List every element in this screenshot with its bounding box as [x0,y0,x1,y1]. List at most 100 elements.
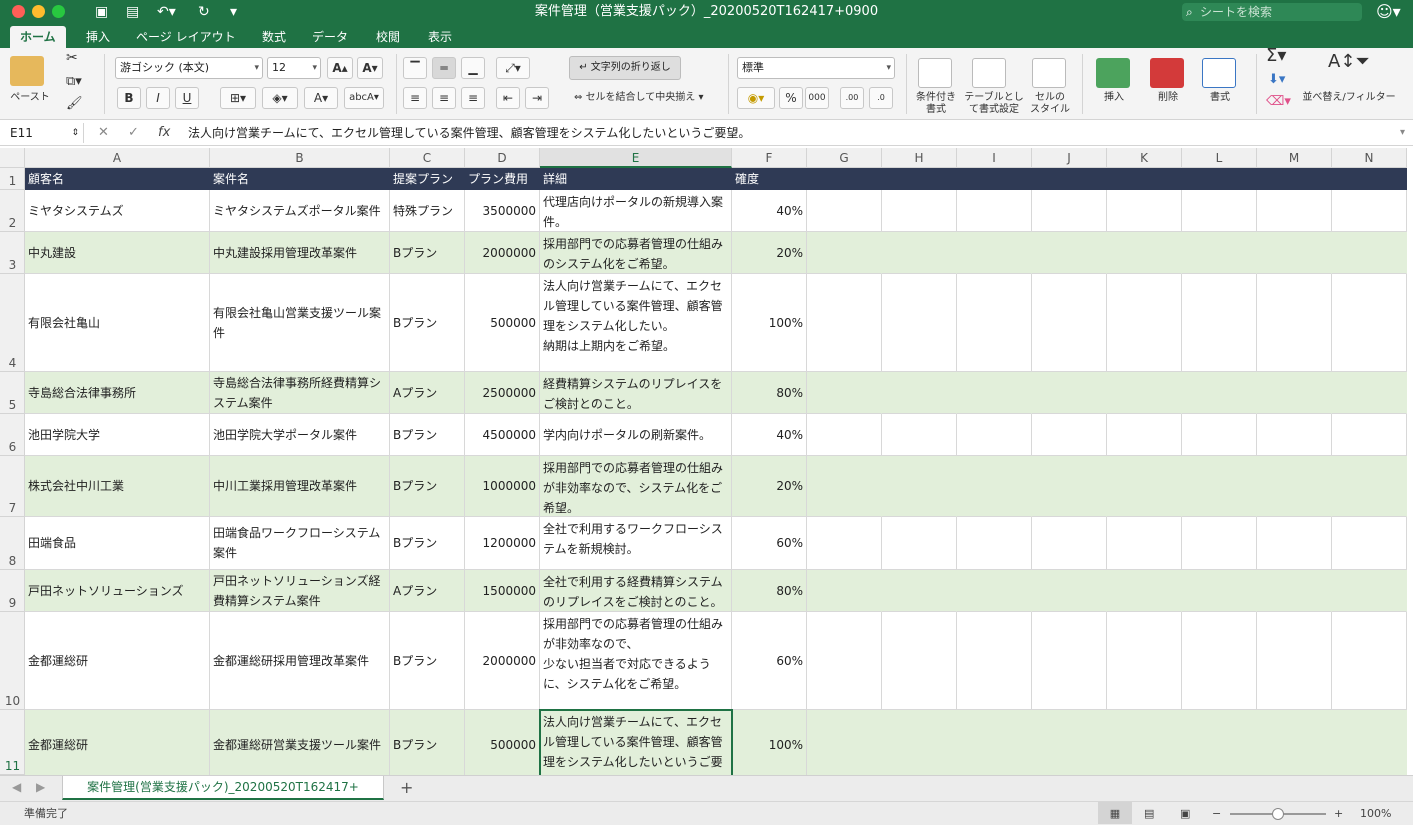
cell-c2[interactable]: 特殊プラン [390,190,465,232]
cell-m8[interactable] [1257,517,1332,570]
cell-k9[interactable] [1107,570,1182,612]
cell-i7[interactable] [957,456,1032,517]
cell-c10[interactable]: Bプラン [390,612,465,710]
cell-c11[interactable]: Bプラン [390,710,465,775]
format-painter-icon[interactable]: 🖌 [66,97,83,110]
cell-a6[interactable]: 池田学院大学 [25,414,210,456]
sheet-search-input[interactable]: ⌕ シートを検索 [1182,3,1362,21]
cell-h6[interactable] [882,414,957,456]
cell-l10[interactable] [1182,612,1257,710]
cut-icon[interactable]: ✂ [66,51,78,65]
header-cell-d[interactable]: プラン費用 [465,168,540,190]
cell-n6[interactable] [1332,414,1407,456]
table-format-icon[interactable] [972,58,1006,88]
tab-insert[interactable]: 挿入 [76,26,120,48]
cell-c4[interactable]: Bプラン [390,274,465,372]
align-right-button[interactable]: ≡ [461,87,485,109]
cell-b6[interactable]: 池田学院大学ポータル案件 [210,414,390,456]
font-color-button[interactable]: A▾ [304,87,338,109]
header-cell-n[interactable] [1332,168,1407,190]
cell-e7[interactable]: 採用部門での応募者管理の仕組みが非効率なので、システム化をご希望。 [540,456,732,517]
sort-filter-icon[interactable]: A↕⏷ [1328,53,1370,71]
cell-k7[interactable] [1107,456,1182,517]
cell-k5[interactable] [1107,372,1182,414]
font-size-select[interactable]: 12 ▾ [267,57,321,79]
cell-e4[interactable]: 法人向け営業チームにて、エクセル管理している案件管理、顧客管理をシステム化したい… [540,274,732,372]
cell-j5[interactable] [1032,372,1107,414]
increase-font-size-button[interactable]: A▴ [327,57,353,79]
cell-n11[interactable] [1332,710,1407,775]
conditional-format-icon[interactable] [918,58,952,88]
cell-j7[interactable] [1032,456,1107,517]
font-name-select[interactable]: 游ゴシック (本文) ▾ [115,57,263,79]
align-top-button[interactable]: ▔ [403,57,427,79]
cell-n7[interactable] [1332,456,1407,517]
tab-formulas[interactable]: 数式 [252,26,296,48]
borders-button[interactable]: ⊞▾ [220,87,256,109]
cell-c7[interactable]: Bプラン [390,456,465,517]
cell-f6[interactable]: 40% [732,414,807,456]
cell-a3[interactable]: 中丸建設 [25,232,210,274]
increase-indent-button[interactable]: ⇥ [525,87,549,109]
cell-c3[interactable]: Bプラン [390,232,465,274]
cell-b2[interactable]: ミヤタシステムズポータル案件 [210,190,390,232]
cell-c9[interactable]: Aプラン [390,570,465,612]
cell-a8[interactable]: 田端食品 [25,517,210,570]
align-left-button[interactable]: ≡ [403,87,427,109]
cell-g6[interactable] [807,414,882,456]
cell-d7[interactable]: 1000000 [465,456,540,517]
decrease-font-size-button[interactable]: A▾ [357,57,383,79]
cell-g10[interactable] [807,612,882,710]
cell-c6[interactable]: Bプラン [390,414,465,456]
column-header-h[interactable]: H [882,148,957,168]
decrease-decimal-button[interactable]: .0 [869,87,893,109]
cell-m4[interactable] [1257,274,1332,372]
phonetic-button[interactable]: abcA▾ [344,87,384,109]
cell-k2[interactable] [1107,190,1182,232]
header-cell-h[interactable] [882,168,957,190]
tab-home[interactable]: ホーム [10,26,66,48]
header-cell-b[interactable]: 案件名 [210,168,390,190]
cell-k11[interactable] [1107,710,1182,775]
header-cell-i[interactable] [957,168,1032,190]
cell-n5[interactable] [1332,372,1407,414]
cell-l11[interactable] [1182,710,1257,775]
header-cell-g[interactable] [807,168,882,190]
format-cells-icon[interactable] [1202,58,1236,88]
cell-h4[interactable] [882,274,957,372]
cell-i5[interactable] [957,372,1032,414]
cell-i2[interactable] [957,190,1032,232]
column-header-d[interactable]: D [465,148,540,168]
cell-l2[interactable] [1182,190,1257,232]
cell-i9[interactable] [957,570,1032,612]
cell-l8[interactable] [1182,517,1257,570]
cell-e8[interactable]: 全社で利用するワークフローシステムを新規検討。 [540,517,732,570]
cell-l4[interactable] [1182,274,1257,372]
cell-j8[interactable] [1032,517,1107,570]
row-header-10[interactable]: 10 [0,612,25,710]
cell-l7[interactable] [1182,456,1257,517]
column-header-a[interactable]: A [25,148,210,168]
cell-f8[interactable]: 60% [732,517,807,570]
cell-b10[interactable]: 金都運総研採用管理改革案件 [210,612,390,710]
cell-f2[interactable]: 40% [732,190,807,232]
bold-button[interactable]: B [117,87,141,109]
cell-j11[interactable] [1032,710,1107,775]
column-header-b[interactable]: B [210,148,390,168]
zoom-slider-thumb[interactable] [1272,808,1284,820]
autosum-icon[interactable]: Σ▾ [1266,47,1286,65]
cell-d5[interactable]: 2500000 [465,372,540,414]
insert-cells-icon[interactable] [1096,58,1130,88]
paste-icon[interactable] [10,56,44,86]
cell-d8[interactable]: 1200000 [465,517,540,570]
cell-k8[interactable] [1107,517,1182,570]
next-sheet-icon[interactable]: ▶ [36,780,45,794]
cell-c8[interactable]: Bプラン [390,517,465,570]
column-header-c[interactable]: C [390,148,465,168]
cell-n8[interactable] [1332,517,1407,570]
cell-i11[interactable] [957,710,1032,775]
cell-l3[interactable] [1182,232,1257,274]
column-header-m[interactable]: M [1257,148,1332,168]
cell-d6[interactable]: 4500000 [465,414,540,456]
column-header-g[interactable]: G [807,148,882,168]
